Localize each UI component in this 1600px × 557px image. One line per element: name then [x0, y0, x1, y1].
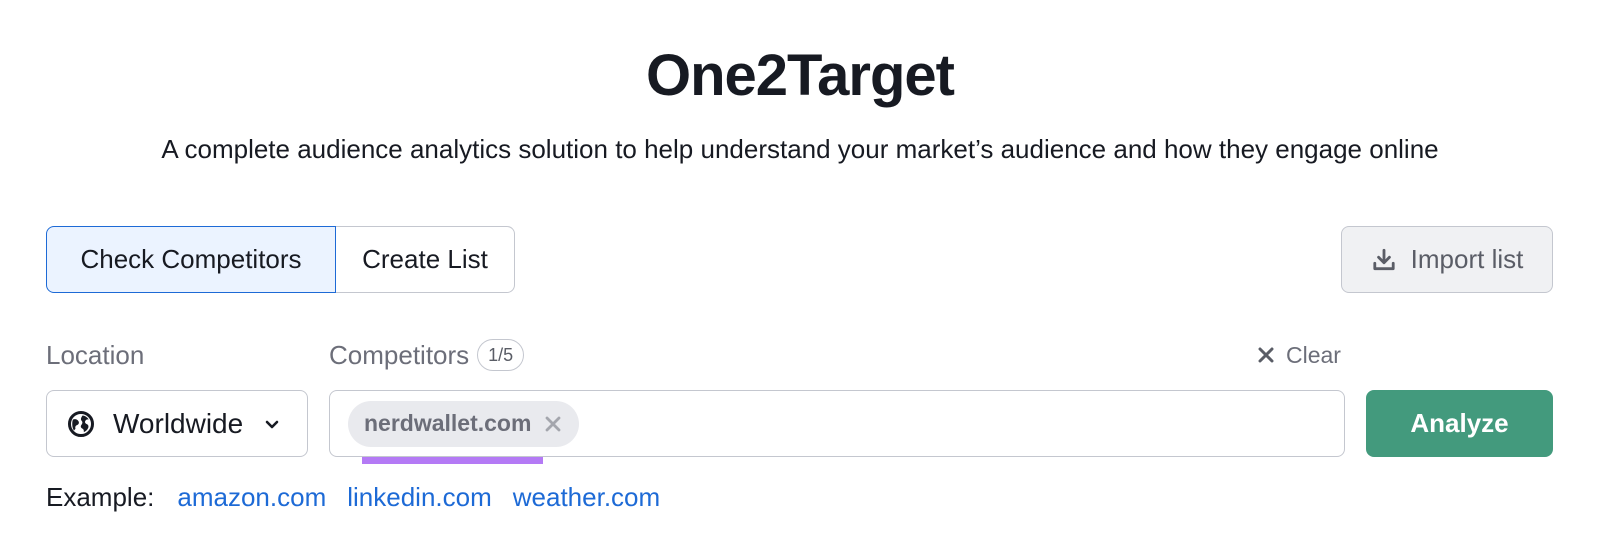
- location-value: Worldwide: [113, 407, 244, 439]
- competitors-count-badge: 1/5: [477, 339, 525, 371]
- close-icon: [1258, 347, 1274, 363]
- example-link-amazon[interactable]: amazon.com: [177, 480, 326, 514]
- example-link-linkedin[interactable]: linkedin.com: [347, 480, 492, 514]
- download-icon: [1373, 248, 1395, 270]
- page-title: One2Target: [645, 43, 955, 108]
- clear-label: Clear: [1286, 342, 1341, 368]
- remove-chip-icon[interactable]: [543, 414, 563, 434]
- competitor-chip-label: nerdwallet.com: [364, 410, 532, 436]
- tab-check-competitors[interactable]: Check Competitors: [46, 226, 336, 293]
- import-list-button[interactable]: Import list: [1341, 226, 1553, 293]
- highlight-underline: [362, 456, 543, 464]
- mode-toggle: Check Competitors Create List: [46, 226, 515, 293]
- examples-row: Example: amazon.com linkedin.com weather…: [46, 480, 660, 514]
- location-label: Location: [46, 340, 145, 370]
- one2target-page: One2Target A complete audience analytics…: [0, 0, 1600, 557]
- chevron-down-icon: [265, 420, 279, 428]
- tab-create-list[interactable]: Create List: [336, 226, 515, 293]
- globe-icon: [68, 410, 94, 437]
- location-select[interactable]: Worldwide: [46, 390, 308, 457]
- competitors-label: Competitors: [329, 340, 470, 370]
- examples-label: Example:: [46, 482, 155, 512]
- example-link-weather[interactable]: weather.com: [513, 480, 660, 514]
- page-subtitle: A complete audience analytics solution t…: [161, 134, 1439, 164]
- import-list-label: Import list: [1410, 244, 1524, 274]
- analyze-button[interactable]: Analyze: [1366, 390, 1553, 457]
- competitor-chip: nerdwallet.com: [348, 400, 580, 464]
- competitors-input[interactable]: nerdwallet.com: [329, 390, 1345, 464]
- competitors-label-group: Competitors 1/5: [329, 338, 525, 372]
- clear-button[interactable]: Clear: [1256, 338, 1341, 372]
